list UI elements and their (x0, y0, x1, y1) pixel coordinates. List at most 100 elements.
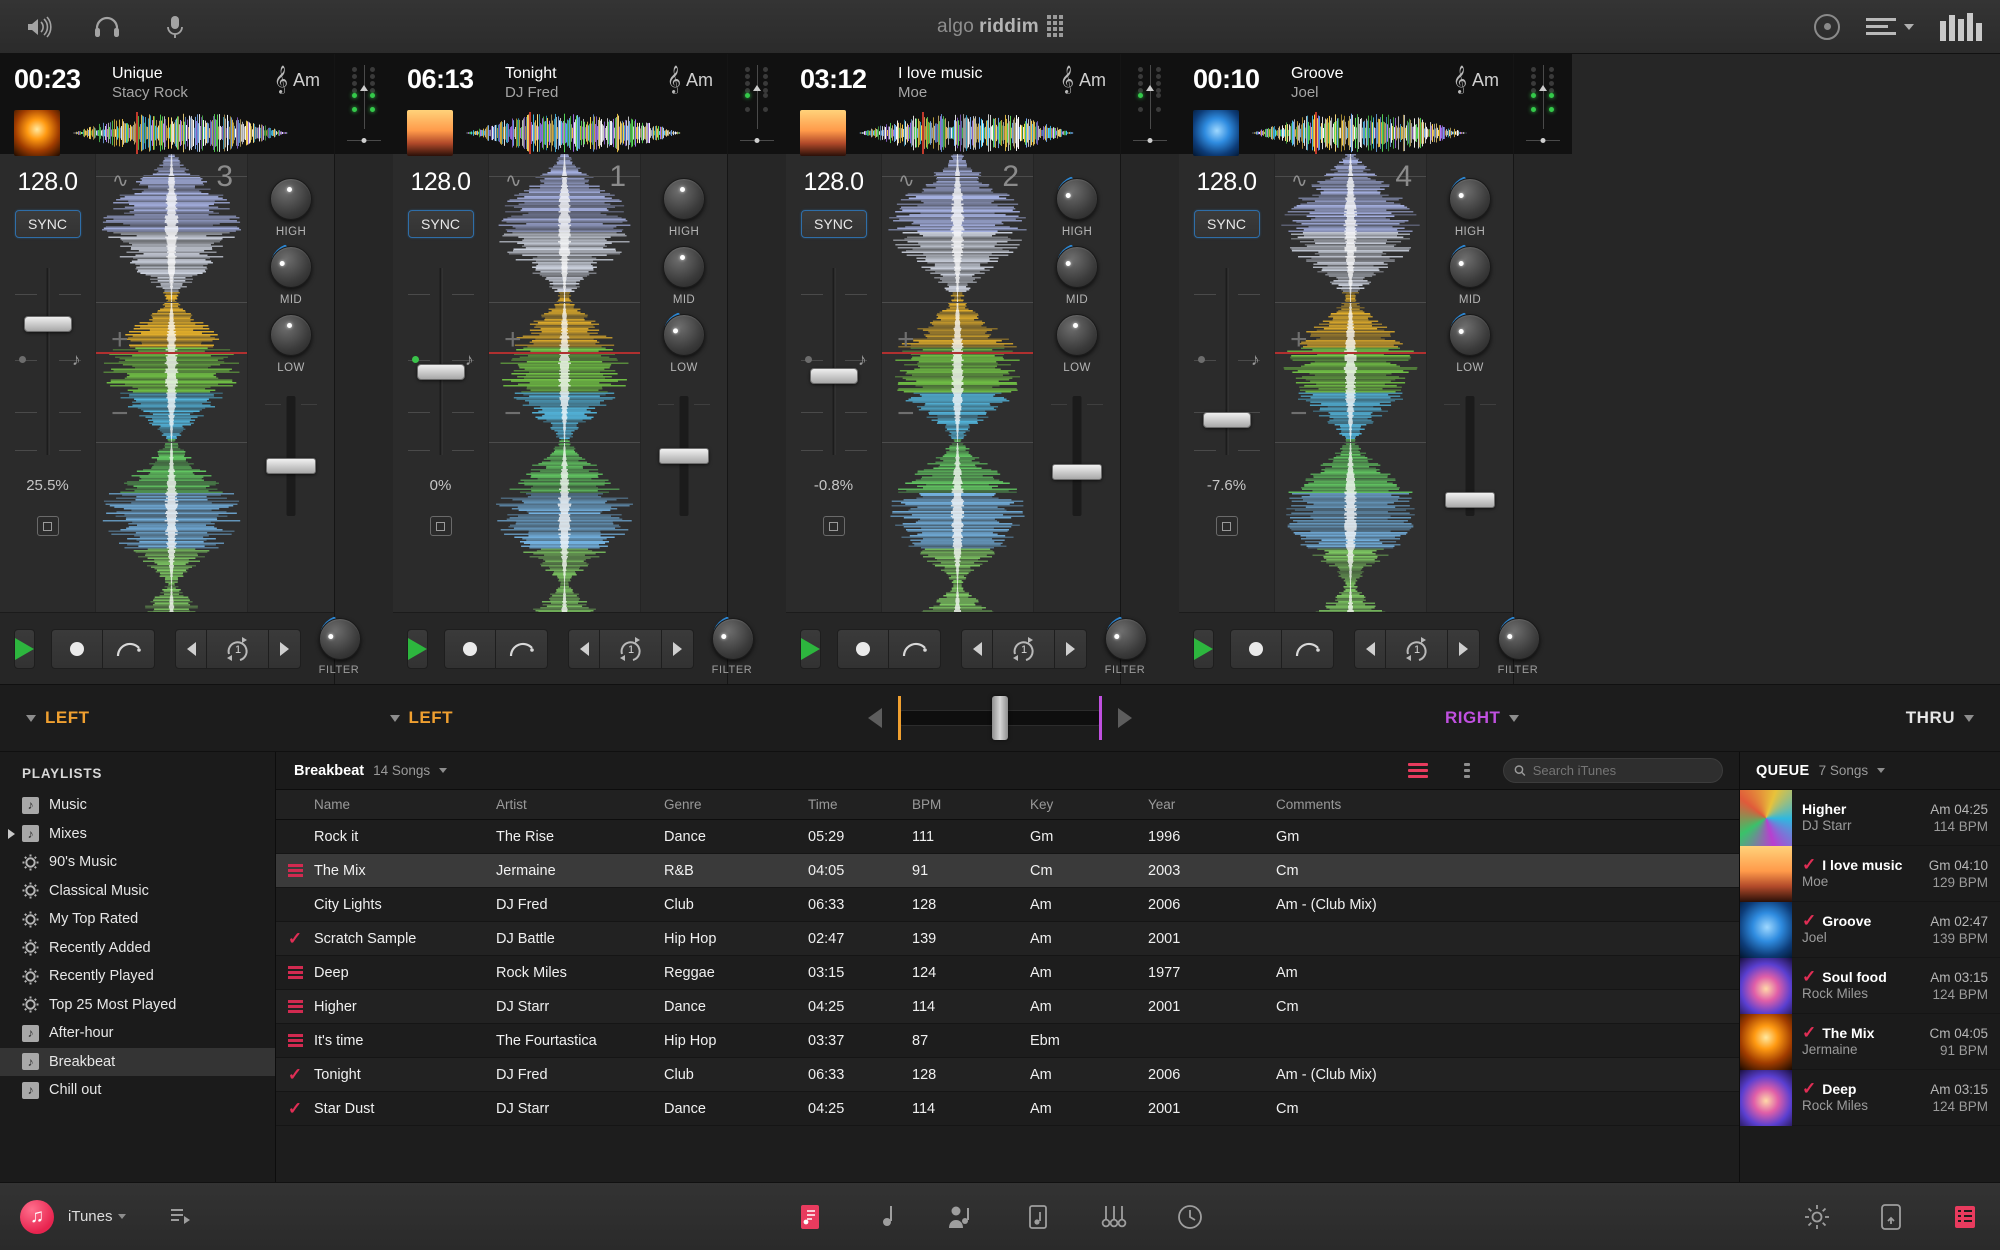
column-header-genre[interactable]: Genre (664, 797, 808, 812)
table-row[interactable]: It's time The Fourtastica Hip Hop 03:37 87 Eb… (276, 1024, 1739, 1058)
deck-2-overview-waveform[interactable] (858, 111, 1106, 154)
queue-row[interactable]: ✓ I love music Moe Gm 04:10 129 BPM (1740, 845, 2000, 902)
deck-1-waveform[interactable]: ∿ 1 + − (488, 154, 641, 612)
brightness-icon[interactable] (1802, 1202, 1832, 1232)
column-header-key[interactable]: Key (1030, 797, 1148, 812)
deck-1-bpm[interactable]: 128.0 (410, 168, 471, 197)
zoom-in-icon[interactable]: + (897, 323, 915, 357)
deck-2-loop-double-button[interactable] (1055, 628, 1087, 669)
deck-3-bounce-button[interactable] (103, 628, 155, 669)
deck-3-play-button[interactable] (14, 628, 35, 669)
speaker-icon[interactable] (22, 12, 56, 42)
deck-4-loop-halve-button[interactable] (1354, 628, 1386, 669)
deck-1-keylock-button[interactable] (429, 516, 452, 536)
column-header-time[interactable]: Time (808, 797, 912, 812)
queue-row[interactable]: ✓ The Mix Jermaine Cm 04:05 91 BPM (1740, 1013, 2000, 1070)
microphone-icon[interactable] (158, 12, 192, 42)
deck-2-cue-button[interactable] (837, 628, 889, 669)
sidebar-item-my-top-rated[interactable]: My Top Rated (0, 905, 275, 934)
deck-4-eq-high-knob[interactable]: HIGH (1447, 177, 1493, 238)
deck-1-play-button[interactable] (407, 628, 428, 669)
deck-1-loop-double-button[interactable] (662, 628, 694, 669)
crossfader-handle[interactable] (992, 696, 1008, 740)
deck-4-loop-button[interactable]: 1 (1386, 628, 1448, 669)
column-header-artist[interactable]: Artist (496, 797, 664, 812)
waveform-mode-icon[interactable]: ∿ (112, 168, 129, 193)
deck-4-volume-fader[interactable] (1442, 396, 1498, 516)
deck-1-overview-waveform[interactable] (465, 111, 713, 154)
deck-3-loop-halve-button[interactable] (175, 628, 207, 669)
table-row[interactable]: Higher DJ Starr Dance 04:25 114 Am 2001 Cm (276, 990, 1739, 1024)
column-header-name[interactable]: Name (314, 797, 496, 812)
queue-row[interactable]: Higher DJ Starr Am 04:25 114 BPM (1740, 789, 2000, 846)
key-lock-icon[interactable]: ♪ (72, 350, 81, 370)
deck-4-pitch-handle[interactable] (1202, 412, 1251, 428)
deck-4-eq-low-knob[interactable]: LOW (1447, 313, 1493, 374)
deck-3-sync-button[interactable]: SYNC (14, 210, 81, 238)
deck-2-eq-high-knob[interactable]: HIGH (1054, 177, 1100, 238)
waveform-mode-icon[interactable]: ∿ (505, 168, 522, 193)
record-icon[interactable] (1814, 13, 1840, 40)
deck-3-pitch-handle[interactable] (23, 316, 72, 332)
deck-3-keylock-button[interactable] (36, 516, 59, 536)
itunes-icon[interactable]: ♫ (20, 1199, 54, 1234)
deck-4-overview-waveform[interactable] (1251, 111, 1499, 154)
headphones-icon[interactable] (90, 12, 124, 42)
deck-1-volume-handle[interactable] (659, 448, 709, 464)
table-row[interactable]: The Mix Jermaine R&B 04:05 91 Cm 2003 Cm (276, 854, 1739, 888)
queue-toggle-icon[interactable] (1950, 1202, 1980, 1232)
disclosure-triangle-icon[interactable] (8, 828, 15, 839)
sidebar-item-classical-music[interactable]: Classical Music (0, 877, 275, 906)
deck-1-sync-button[interactable]: SYNC (407, 210, 474, 238)
crossfader-left-arrow-icon[interactable] (868, 708, 882, 728)
source-label[interactable]: iTunes (68, 1208, 112, 1225)
deck-4-eq-mid-knob[interactable]: MID (1447, 245, 1493, 306)
deck-3-eq-high-knob[interactable]: HIGH (268, 178, 314, 238)
deck-3-loop-double-button[interactable] (269, 628, 301, 669)
deck-4-volume-handle[interactable] (1445, 492, 1495, 508)
deck-1-volume-fader[interactable] (656, 396, 712, 516)
deck-4-cue-button[interactable] (1230, 628, 1282, 669)
deck-3-pitch-fader[interactable]: ♪ (13, 264, 83, 459)
sidebar-item-recently-added[interactable]: Recently Added (0, 934, 275, 963)
deck-2-volume-fader[interactable] (1049, 396, 1105, 516)
zoom-out-icon[interactable]: − (111, 397, 129, 431)
deck-2-volume-handle[interactable] (1052, 464, 1102, 480)
deck-3-filter-knob[interactable]: FILTER (317, 616, 361, 680)
deck-3-eq-low-knob[interactable]: LOW (268, 314, 314, 374)
deck-1-eq-high-knob[interactable]: HIGH (661, 178, 707, 238)
menu-icon[interactable] (1866, 18, 1914, 35)
deck-1-cue-button[interactable] (444, 628, 496, 669)
playlist-icon[interactable] (795, 1202, 825, 1232)
deck-1-loop-halve-button[interactable] (568, 628, 600, 669)
deck-2-eq-low-knob[interactable]: LOW (1054, 314, 1100, 374)
key-lock-icon[interactable]: ♪ (465, 350, 474, 370)
deck-1-filter-knob[interactable]: FILTER (710, 616, 754, 680)
waveform-mode-icon[interactable]: ∿ (898, 168, 915, 193)
deck4-routing-select[interactable]: THRU (1906, 708, 1974, 728)
queue-row[interactable]: ✓ Deep Rock Miles Am 03:15 124 BPM (1740, 1069, 2000, 1126)
history-icon[interactable] (1175, 1202, 1205, 1232)
deck-2-pitch-handle[interactable] (809, 368, 858, 384)
deck-2-loop-halve-button[interactable] (961, 628, 993, 669)
list-view-button[interactable] (1405, 761, 1431, 781)
column-header-comments[interactable]: Comments (1276, 797, 1739, 812)
deck-1-eq-mid-knob[interactable]: MID (661, 246, 707, 306)
chevron-down-icon[interactable] (1877, 768, 1886, 773)
deck-3-volume-handle[interactable] (266, 458, 316, 474)
deck-3-loop-button[interactable]: 1 (207, 628, 269, 669)
deck2-routing-select[interactable]: LEFT (389, 708, 454, 728)
deck-3-volume-fader[interactable] (263, 396, 319, 516)
key-lock-icon[interactable]: ♪ (1251, 350, 1260, 370)
deck-2-waveform[interactable]: ∿ 2 + − (881, 154, 1034, 612)
deck-4-play-button[interactable] (1193, 628, 1214, 669)
deck3-routing-select[interactable]: RIGHT (1445, 708, 1520, 728)
deck-3-waveform[interactable]: ∿ 3 + − (95, 154, 248, 612)
albums-icon[interactable] (1023, 1202, 1053, 1232)
deck-2-play-button[interactable] (800, 628, 821, 669)
chevron-down-icon[interactable] (439, 768, 448, 773)
deck-1-eq-low-knob[interactable]: LOW (661, 313, 707, 374)
deck-4-pitch-fader[interactable]: ♪ (1192, 264, 1262, 459)
grid-view-button[interactable] (1454, 761, 1480, 781)
search-field[interactable] (1532, 763, 1712, 778)
